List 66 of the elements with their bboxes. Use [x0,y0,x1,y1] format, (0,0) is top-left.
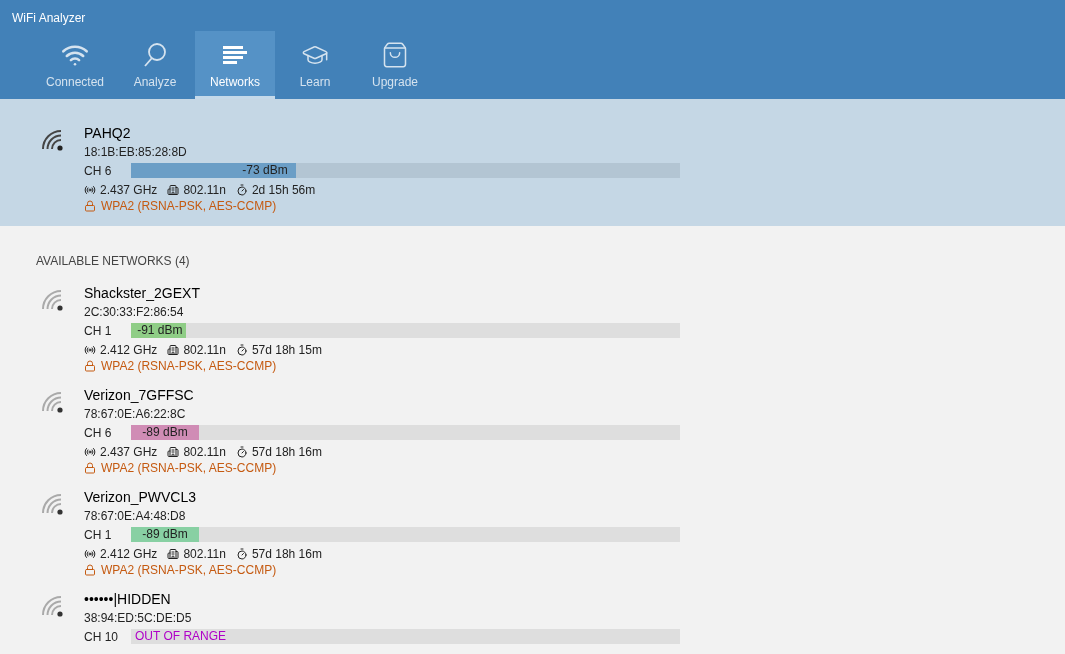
device-icon [167,183,180,196]
frequency: 2.412 GHz [100,341,158,359]
lock-icon [84,462,96,474]
timer-icon [235,445,248,458]
timer-icon [235,343,248,356]
security: WPA2 (RSNA-PSK, AES-CCMP) [101,562,277,579]
device-icon [167,343,180,356]
antenna-icon [84,343,96,356]
standard: 802.11n [183,341,226,359]
network-name: PAHQ2 [84,124,132,143]
channel-label: CH 1 [84,526,113,544]
security: WPA2 (RSNA-PSK, AES-CCMP) [101,198,277,215]
mac-address: 78:67:0E:A4:48:D8 [84,508,187,525]
frequency: 2.437 GHz [100,181,158,199]
standard: 802.11n [183,181,226,199]
network-name: Verizon_PWVCL3 [84,488,198,507]
uptime: 57d 18h 15m [251,341,322,359]
antenna-icon [84,547,96,560]
signal-icon [40,594,66,620]
mac-address: 38:94:ED:5C:DE:D5 [84,610,193,627]
standard: 802.11n [183,545,226,563]
signal-icon [40,288,66,314]
tab[interactable]: Upgrade [355,31,435,99]
antenna-icon [84,183,96,196]
signal-icon [40,390,66,416]
network-name: Shackster_2GEXT [84,284,201,303]
tab[interactable]: Analyze [115,31,195,99]
device-icon [167,547,180,560]
security: WPA2 (RSNA-PSK, AES-CCMP) [101,460,277,477]
signal-reading: -73 dBm [242,163,289,178]
section-title: AVAILABLE NETWORKS (4) [35,253,191,270]
antenna-icon [84,445,96,458]
channel-label: CH 10 [84,628,119,646]
timer-icon [235,183,248,196]
device-icon [167,445,180,458]
signal-icon [40,128,66,154]
timer-icon [235,547,248,560]
signal-reading: -89 dBm [141,425,189,440]
shopping-bag-icon [381,41,409,69]
mac-address: 78:67:0E:A6:22:8C [84,406,187,423]
frequency: 2.437 GHz [100,443,158,461]
standard: 802.11n [183,443,226,461]
security: WPA2 (RSNA-PSK, AES-CCMP) [101,358,277,375]
lock-icon [84,564,96,576]
mac-address: 18:1B:EB:85:28:8D [84,144,188,161]
signal-reading: OUT OF RANGE [135,629,227,644]
channel-label: CH 1 [84,322,113,340]
uptime: 57d 18h 16m [251,545,322,563]
app-title: WiFi Analyzer [11,10,87,27]
mac-address: 2C:30:33:F2:86:54 [84,304,185,321]
uptime: 57d 18h 16m [251,443,322,461]
frequency: 2.412 GHz [100,545,158,563]
lock-icon [84,200,96,212]
signal-icon [40,492,66,518]
tab[interactable]: Learn [275,31,355,99]
channel-label: CH 6 [84,162,113,180]
search-icon [141,41,169,69]
channel-label: CH 6 [84,424,113,442]
network-name: ••••••|HIDDEN [84,590,172,609]
tab[interactable]: Connected [35,31,115,99]
signal-reading: -91 dBm [136,323,184,338]
tab[interactable]: Networks [195,31,275,99]
network-name: Verizon_7GFFSC [84,386,195,405]
uptime: 2d 15h 56m [251,181,316,199]
lock-icon [84,360,96,372]
signal-reading: -89 dBm [141,527,189,542]
